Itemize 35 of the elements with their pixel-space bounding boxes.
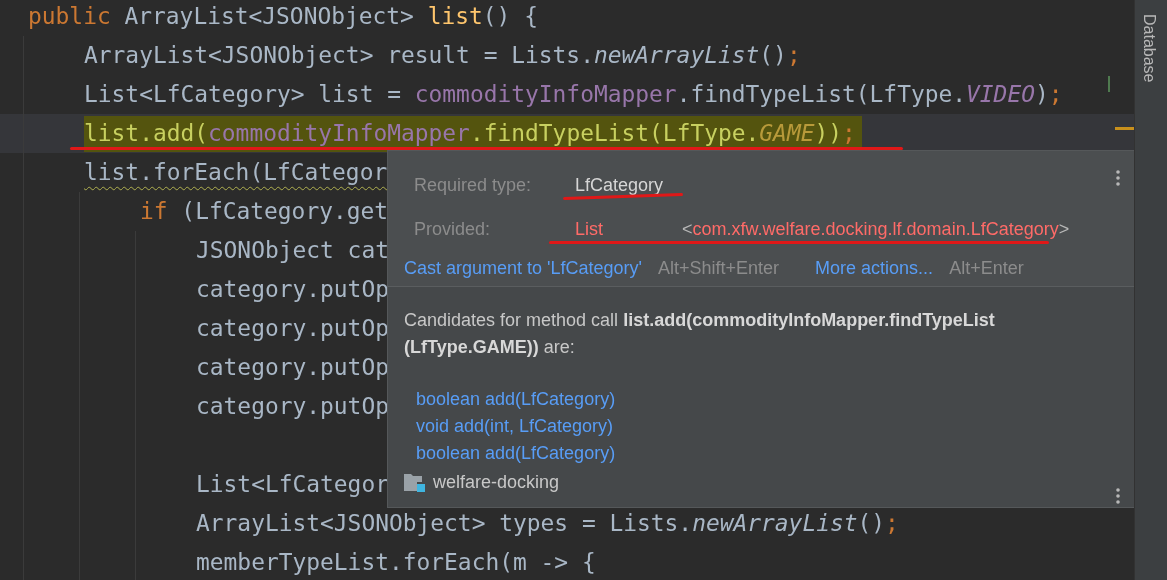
code-line: category.putOp — [196, 276, 389, 302]
candidate-link[interactable]: boolean add(LfCategory) — [416, 440, 616, 467]
code-line: category.putOp — [196, 354, 389, 380]
code-line: ArrayList<JSONObject> types = Lists.newArrayList(); — [196, 510, 899, 536]
code-line: JSONObject cat — [196, 237, 389, 263]
code-line: if (LfCategory.get — [140, 198, 389, 224]
code-line: List<LfCategor — [196, 471, 389, 497]
code-line: category.putOp — [196, 393, 389, 419]
warning-stripe — [1115, 127, 1134, 130]
candidates-message: Candidates for method call list.add(commodityInfoMapper.findTypeList (LfType.GAME)) are: — [404, 309, 996, 359]
code-line: ArrayList<JSONObject> result = Lists.newArrayList(); — [84, 42, 801, 68]
action-link[interactable]: Cast argument to 'LfCategory' — [404, 257, 642, 279]
provided-type-text: com.xfw.welfare.docking.lf.domain.LfCategory — [692, 218, 1059, 240]
provided-type-text: List — [575, 218, 604, 240]
module-name: welfare-docking — [433, 472, 560, 493]
code-line: public ArrayList<JSONObject> list() { — [28, 3, 538, 29]
provided-type-text: > — [1058, 218, 1070, 240]
module-folder-icon — [404, 472, 426, 493]
more-icon[interactable] — [1116, 170, 1120, 186]
code-line: list.forEach(LfCategor — [84, 159, 388, 185]
code-line: List<LfCategory> list = commodityInfoMapper.findTypeList(LfType.VIDEO); — [84, 81, 1063, 107]
candidate-link[interactable]: boolean add(LfCategory) — [416, 386, 616, 413]
database-tab[interactable]: Database — [1140, 14, 1158, 83]
more-icon[interactable] — [1116, 488, 1120, 504]
required-type-label: Required type: — [414, 174, 533, 196]
candidate-link[interactable]: void add(int, LfCategory) — [416, 413, 614, 440]
required-type-value: LfCategory — [575, 174, 664, 196]
provided-type-label: Provided: — [414, 218, 492, 240]
code-line: memberTypeList.forEach(m -> { — [196, 549, 596, 575]
shortcut-label: Alt+Enter — [949, 257, 1024, 279]
provided-type-text: < — [682, 218, 693, 240]
action-link[interactable]: More actions... — [815, 257, 934, 279]
code-line: category.putOp — [196, 315, 389, 341]
shortcut-label: Alt+Shift+Enter — [658, 257, 780, 279]
change-marker — [1108, 76, 1110, 92]
